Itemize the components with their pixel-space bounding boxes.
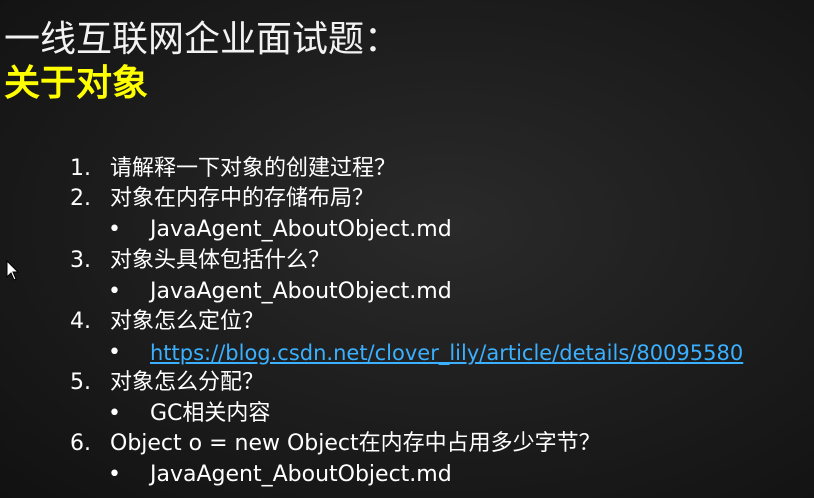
slide-title: 一线互联网企业面试题： <box>4 19 401 60</box>
sub-item-text: JavaAgent_AboutObject.md <box>150 279 452 304</box>
sub-item-text: JavaAgent_AboutObject.md <box>150 217 452 242</box>
sub-item-text: GC相关内容 <box>150 401 271 426</box>
bullet-icon: • <box>108 462 121 487</box>
article-link[interactable]: https://blog.csdn.net/clover_lily/articl… <box>150 338 743 368</box>
sub-item-text: JavaAgent_AboutObject.md <box>150 462 452 487</box>
bullet-icon: • <box>108 401 121 426</box>
question-text: 请解释一下对象的创建过程？ <box>110 156 397 181</box>
question-text: 对象头具体包括什么？ <box>110 248 331 273</box>
question-text: Object o = new Object在内存中占用多少字节？ <box>110 431 601 456</box>
slide: 一线互联网企业面试题： 关于对象 1. 请解释一下对象的创建过程？ 2. 对象在… <box>0 0 814 498</box>
item-number: 1. <box>70 156 91 181</box>
item-number: 3. <box>70 248 91 273</box>
item-number: 4. <box>70 309 91 334</box>
question-text: 对象怎么定位？ <box>110 309 265 334</box>
question-text: 对象怎么分配？ <box>110 370 265 395</box>
bullet-icon: • <box>108 279 121 304</box>
question-text: 对象在内存中的存储布局？ <box>110 186 375 211</box>
slide-subtitle: 关于对象 <box>4 63 149 104</box>
item-number: 5. <box>70 370 91 395</box>
item-number: 6. <box>70 431 91 456</box>
item-number: 2. <box>70 186 91 211</box>
mouse-pointer-icon <box>6 260 20 281</box>
bullet-icon: • <box>108 340 121 365</box>
bullet-icon: • <box>108 217 121 242</box>
